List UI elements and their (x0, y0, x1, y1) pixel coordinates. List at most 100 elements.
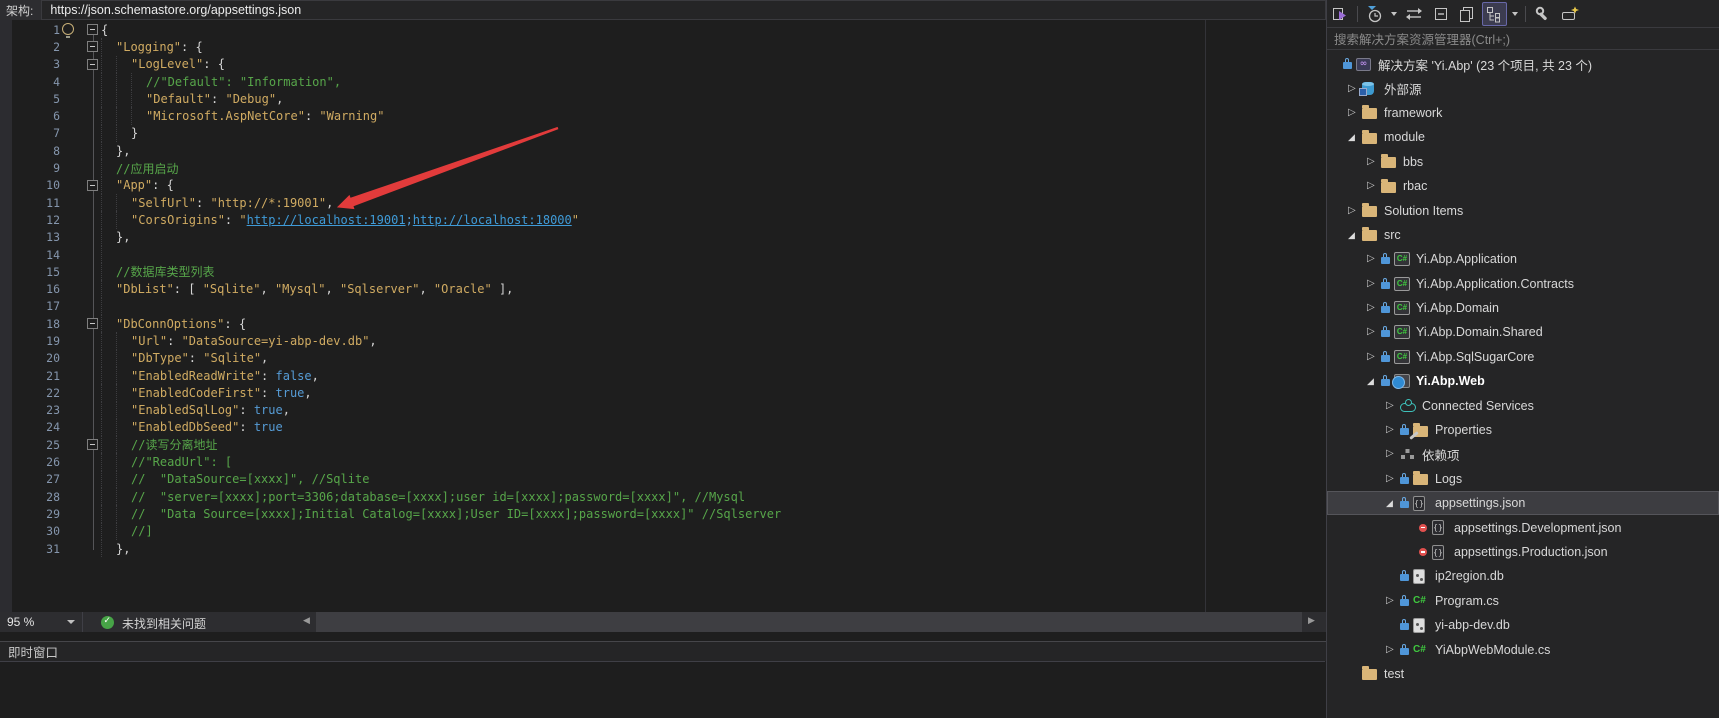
fold-collapse-box[interactable] (87, 59, 98, 70)
code-line-3[interactable]: 3"LogLevel": { (0, 56, 781, 73)
editor-vertical-scrollbar[interactable] (1205, 20, 1206, 612)
code-line-24[interactable]: 24"EnabledDbSeed": true (0, 419, 781, 436)
code-line-19[interactable]: 19"Url": "DataSource=yi-abp-dev.db", (0, 332, 781, 349)
tree-item-yi-abp-domain[interactable]: ▷C#Yi.Abp.Domain (1327, 296, 1719, 320)
tree-item-appsettings-production-json[interactable]: {}appsettings.Production.json (1327, 540, 1719, 564)
sync-with-active-document-button[interactable] (1402, 3, 1426, 25)
chevron-collapsed-icon[interactable]: ▷ (1386, 425, 1400, 435)
immediate-window-header[interactable]: 即时窗口 (0, 642, 1326, 661)
fold-collapse-box[interactable] (87, 24, 98, 35)
code-line-8[interactable]: 8}, (0, 142, 781, 159)
switch-views-button[interactable] (1329, 3, 1351, 25)
code-token[interactable]: http://localhost:18000 (413, 213, 572, 227)
code-line-14[interactable]: 14 (0, 246, 781, 263)
fold-collapse-box[interactable] (87, 439, 98, 450)
chevron-collapsed-icon[interactable]: ▷ (1386, 645, 1400, 655)
code-line-6[interactable]: 6"Microsoft.AspNetCore": "Warning" (0, 107, 781, 124)
code-line-28[interactable]: 28// "server=[xxxx];port=3306;database=[… (0, 488, 781, 505)
chevron-collapsed-icon[interactable]: ▷ (1386, 449, 1400, 459)
zoom-level-combobox[interactable]: 95 % (0, 612, 83, 632)
code-line-2[interactable]: 2"Logging": { (0, 38, 781, 55)
code-line-22[interactable]: 22"EnabledCodeFirst": true, (0, 384, 781, 401)
immediate-window-content[interactable] (0, 661, 1325, 718)
scroll-right-arrow[interactable]: ▶ (1308, 615, 1315, 626)
horizontal-scrollbar-thumb[interactable] (316, 612, 1302, 632)
code-line-30[interactable]: 30//] (0, 523, 781, 540)
tree-item-program-cs[interactable]: ▷C#Program.cs (1327, 589, 1719, 613)
code-line-15[interactable]: 15//数据库类型列表 (0, 263, 781, 280)
code-line-9[interactable]: 9//应用启动 (0, 159, 781, 176)
fold-collapse-box[interactable] (87, 180, 98, 191)
code-line-26[interactable]: 26//"ReadUrl": [ (0, 453, 781, 470)
code-line-5[interactable]: 5"Default": "Debug", (0, 90, 781, 107)
code-line-7[interactable]: 7} (0, 125, 781, 142)
show-all-files-toggle[interactable] (1482, 2, 1507, 26)
chevron-collapsed-icon[interactable]: ▷ (1367, 352, 1381, 362)
tree-item-yi-abp-web[interactable]: ◢Yi.Abp.Web (1327, 369, 1719, 393)
code-line-17[interactable]: 17 (0, 298, 781, 315)
tree-item-依赖项[interactable]: ▷依赖项 (1327, 442, 1719, 466)
chevron-collapsed-icon[interactable]: ▷ (1367, 303, 1381, 313)
tree-item-解决方案-yi-abp-23-个项目-共-23-个-[interactable]: ∞解决方案 'Yi.Abp' (23 个项目, 共 23 个) (1327, 52, 1719, 76)
chevron-collapsed-icon[interactable]: ▷ (1386, 474, 1400, 484)
tree-item-src[interactable]: ◢src (1327, 223, 1719, 247)
chevron-collapsed-icon[interactable]: ▷ (1367, 279, 1381, 289)
chevron-collapsed-icon[interactable]: ▷ (1386, 596, 1400, 606)
preview-selected-items-button[interactable] (1558, 3, 1582, 25)
code-line-10[interactable]: 10"App": { (0, 177, 781, 194)
code-line-4[interactable]: 4//"Default": "Information", (0, 73, 781, 90)
tree-item-logs[interactable]: ▷Logs (1327, 467, 1719, 491)
code-line-18[interactable]: 18"DbConnOptions": { (0, 315, 781, 332)
tree-item-properties[interactable]: ▷Properties (1327, 418, 1719, 442)
code-editor[interactable]: 1{2"Logging": {3"LogLevel": {4//"Default… (0, 20, 1326, 612)
code-line-11[interactable]: 11"SelfUrl": "http://*:19001", (0, 194, 781, 211)
tree-item-solution-items[interactable]: ▷Solution Items (1327, 198, 1719, 222)
schema-url-combobox[interactable]: https://json.schemastore.org/appsettings… (41, 0, 1326, 20)
chevron-collapsed-icon[interactable]: ▷ (1367, 157, 1381, 167)
tree-item-appsettings-development-json[interactable]: {}appsettings.Development.json (1327, 515, 1719, 539)
code-line-20[interactable]: 20"DbType": "Sqlite", (0, 350, 781, 367)
code-line-27[interactable]: 27// "DataSource=[xxxx]", //Sqlite (0, 471, 781, 488)
code-line-13[interactable]: 13}, (0, 229, 781, 246)
filter-dropdown-chevron-icon[interactable] (1391, 12, 1397, 16)
fold-collapse-box[interactable] (87, 41, 98, 52)
tree-item-bbs[interactable]: ▷bbs (1327, 150, 1719, 174)
code-token[interactable]: http://localhost:19001 (247, 213, 406, 227)
fold-collapse-box[interactable] (87, 318, 98, 329)
chevron-expanded-icon[interactable]: ◢ (1367, 376, 1381, 386)
tree-item-test[interactable]: test (1327, 662, 1719, 686)
collapse-all-button[interactable] (1430, 3, 1452, 25)
pending-changes-filter-button[interactable] (1364, 3, 1386, 25)
tree-item-appsettings-json[interactable]: ◢{}appsettings.json (1327, 491, 1719, 515)
tree-item-yi-abp-domain-shared[interactable]: ▷C#Yi.Abp.Domain.Shared (1327, 320, 1719, 344)
chevron-collapsed-icon[interactable]: ▷ (1367, 181, 1381, 191)
tree-item-connected-services[interactable]: ▷Connected Services (1327, 393, 1719, 417)
code-line-12[interactable]: 12"CorsOrigins": "http://localhost:19001… (0, 211, 781, 228)
tree-item-yi-abp-dev-db[interactable]: yi-abp-dev.db (1327, 613, 1719, 637)
chevron-collapsed-icon[interactable]: ▷ (1367, 254, 1381, 264)
chevron-collapsed-icon[interactable]: ▷ (1348, 206, 1362, 216)
chevron-collapsed-icon[interactable]: ▷ (1348, 108, 1362, 118)
tree-item-ip2region-db[interactable]: ip2region.db (1327, 564, 1719, 588)
scroll-left-arrow[interactable]: ◀ (303, 615, 310, 626)
code-line-16[interactable]: 16"DbList": [ "Sqlite", "Mysql", "Sqlser… (0, 280, 781, 297)
chevron-expanded-icon[interactable]: ◢ (1386, 498, 1400, 508)
code-line-1[interactable]: 1{ (0, 21, 781, 38)
code-line-29[interactable]: 29// "Data Source=[xxxx];Initial Catalog… (0, 505, 781, 522)
tree-item-yi-abp-application-contracts[interactable]: ▷C#Yi.Abp.Application.Contracts (1327, 272, 1719, 296)
tree-item-yi-abp-application[interactable]: ▷C#Yi.Abp.Application (1327, 247, 1719, 271)
code-line-25[interactable]: 25//读写分离地址 (0, 436, 781, 453)
chevron-expanded-icon[interactable]: ◢ (1348, 132, 1362, 142)
chevron-collapsed-icon[interactable]: ▷ (1386, 401, 1400, 411)
tree-item-外部源[interactable]: ▷外部源 (1327, 76, 1719, 100)
show-all-files-chevron-icon[interactable] (1512, 12, 1518, 16)
code-line-23[interactable]: 23"EnabledSqlLog": true, (0, 402, 781, 419)
tree-item-yiabpwebmodule-cs[interactable]: ▷C#YiAbpWebModule.cs (1327, 637, 1719, 661)
tree-item-yi-abp-sqlsugarcore[interactable]: ▷C#Yi.Abp.SqlSugarCore (1327, 345, 1719, 369)
code-line-21[interactable]: 21"EnabledReadWrite": false, (0, 367, 781, 384)
properties-wrench-button[interactable] (1532, 3, 1554, 25)
chevron-collapsed-icon[interactable]: ▷ (1367, 327, 1381, 337)
tree-item-rbac[interactable]: ▷rbac (1327, 174, 1719, 198)
chevron-expanded-icon[interactable]: ◢ (1348, 230, 1362, 240)
solution-explorer-search-input[interactable]: 搜索解决方案资源管理器(Ctrl+;) (1327, 27, 1719, 50)
